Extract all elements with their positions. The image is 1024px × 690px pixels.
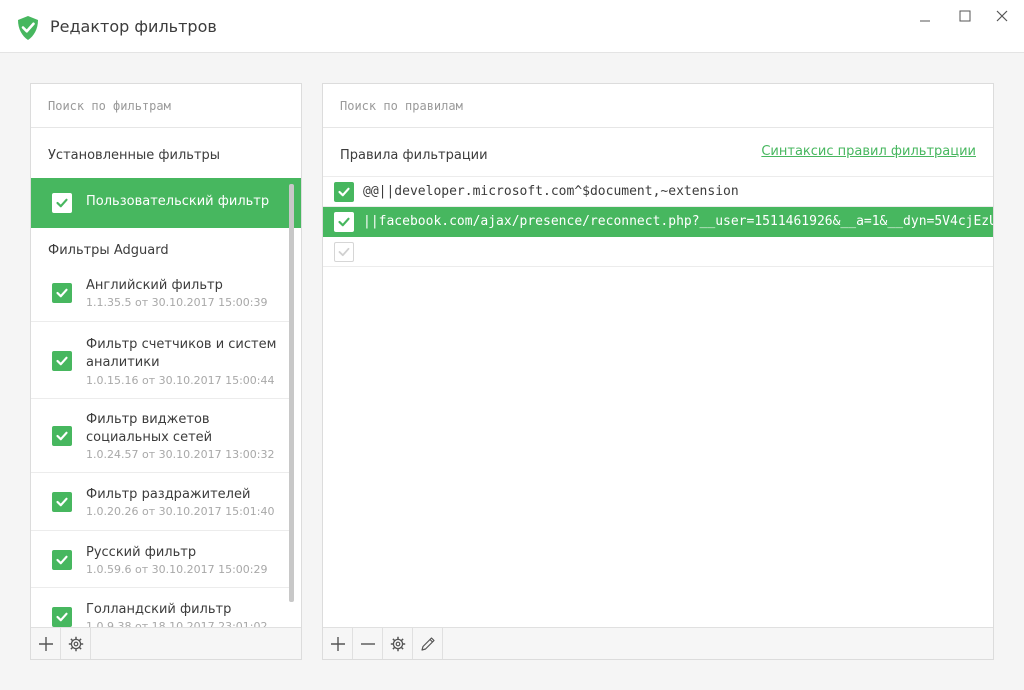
rule-checkbox[interactable] xyxy=(334,242,354,262)
filters-scrollbar[interactable] xyxy=(289,184,294,602)
add-icon xyxy=(38,636,53,651)
pencil-icon xyxy=(420,636,435,651)
checkmark-icon xyxy=(56,555,68,565)
checkmark-icon xyxy=(56,431,68,441)
maximize-icon xyxy=(959,10,971,22)
installed-filters-header: Установленные фильтры xyxy=(48,148,221,163)
filter-name: Фильтр раздражителей xyxy=(86,487,251,502)
checkmark-icon xyxy=(56,612,68,622)
filter-checkbox[interactable] xyxy=(52,426,72,446)
adguard-shield-icon xyxy=(18,16,38,40)
custom-filter-label: Пользовательский фильтр xyxy=(86,194,270,209)
rules-search-input[interactable]: Поиск по правилам xyxy=(323,84,993,128)
filter-settings-button[interactable] xyxy=(61,628,91,659)
checkmark-icon xyxy=(56,356,68,366)
rule-row-new[interactable] xyxy=(323,237,993,267)
rule-checkbox[interactable] xyxy=(334,212,354,232)
filter-item-annoyances[interactable]: Фильтр раздражителей 1.0.20.26 от 30.10.… xyxy=(31,473,289,531)
minimize-icon xyxy=(920,20,930,22)
add-rule-button[interactable] xyxy=(323,628,353,659)
filters-search-input[interactable]: Поиск по фильтрам xyxy=(31,84,301,128)
custom-filter-item[interactable]: Пользовательский фильтр xyxy=(31,178,301,228)
checkmark-icon xyxy=(56,497,68,507)
filter-checkbox[interactable] xyxy=(52,283,72,303)
filter-version: 1.0.59.6 от 30.10.2017 15:00:29 xyxy=(86,563,268,576)
close-icon xyxy=(996,10,1008,22)
filter-item-english[interactable]: Английский фильтр 1.1.35.5 от 30.10.2017… xyxy=(31,264,289,322)
checkmark-icon xyxy=(56,288,68,298)
filter-version: 1.0.15.16 от 30.10.2017 15:00:44 xyxy=(86,374,275,387)
rules-toolbar xyxy=(323,627,993,659)
rule-text[interactable]: ||facebook.com/ajax/presence/reconnect.p… xyxy=(363,214,993,229)
rule-settings-button[interactable] xyxy=(383,628,413,659)
filter-version: 1.0.24.57 от 30.10.2017 13:00:32 xyxy=(86,448,275,461)
filter-checkbox[interactable] xyxy=(52,607,72,627)
filter-name: Голландский фильтр xyxy=(86,602,232,617)
filter-item-russian[interactable]: Русский фильтр 1.0.59.6 от 30.10.2017 15… xyxy=(31,531,289,588)
close-button[interactable] xyxy=(985,4,1019,28)
filter-name: Русский фильтр xyxy=(86,545,197,560)
window-title: Редактор фильтров xyxy=(50,17,217,36)
filter-version: 1.1.35.5 от 30.10.2017 15:00:39 xyxy=(86,296,268,309)
adguard-filters-header: Фильтры Adguard xyxy=(48,243,169,258)
edit-rules-button[interactable] xyxy=(413,628,443,659)
checkmark-icon xyxy=(338,247,350,257)
filter-checkbox[interactable] xyxy=(52,492,72,512)
filter-name: Английский фильтр xyxy=(86,278,223,293)
title-bar: Редактор фильтров xyxy=(0,0,1024,53)
rules-syntax-link[interactable]: Синтаксис правил фильтрации xyxy=(761,144,976,159)
add-icon xyxy=(330,636,345,651)
add-filter-button[interactable] xyxy=(31,628,61,659)
checkmark-icon xyxy=(338,187,350,197)
minimize-button[interactable] xyxy=(908,4,942,28)
rule-row-selected[interactable]: ||facebook.com/ajax/presence/reconnect.p… xyxy=(323,207,993,237)
filter-item-social[interactable]: Фильтр виджетов социальных сетей 1.0.24.… xyxy=(31,399,289,473)
maximize-button[interactable] xyxy=(948,4,982,28)
filter-checkbox[interactable] xyxy=(52,550,72,570)
gear-icon xyxy=(390,636,405,651)
minus-icon xyxy=(360,642,375,645)
checkmark-icon xyxy=(338,217,350,227)
remove-rule-button[interactable] xyxy=(353,628,383,659)
filter-version: 1.0.20.26 от 30.10.2017 15:01:40 xyxy=(86,505,275,518)
custom-filter-checkbox[interactable] xyxy=(52,193,72,213)
filter-name: Фильтр виджетов социальных сетей xyxy=(86,412,213,445)
rules-panel: Поиск по правилам Правила фильтрации Син… xyxy=(322,83,994,660)
gear-icon xyxy=(68,636,83,651)
filters-toolbar xyxy=(31,627,301,659)
rule-text[interactable]: @@||developer.microsoft.com^$document,~e… xyxy=(363,184,739,199)
filters-panel: Поиск по фильтрам Установленные фильтры … xyxy=(30,83,302,660)
filter-item-analytics[interactable]: Фильтр счетчиков и систем аналитики 1.0.… xyxy=(31,322,289,399)
filter-checkbox[interactable] xyxy=(52,351,72,371)
rule-row[interactable]: @@||developer.microsoft.com^$document,~e… xyxy=(323,177,993,207)
rule-checkbox[interactable] xyxy=(334,182,354,202)
checkmark-icon xyxy=(56,198,68,208)
filter-name: Фильтр счетчиков и систем аналитики xyxy=(86,337,277,370)
